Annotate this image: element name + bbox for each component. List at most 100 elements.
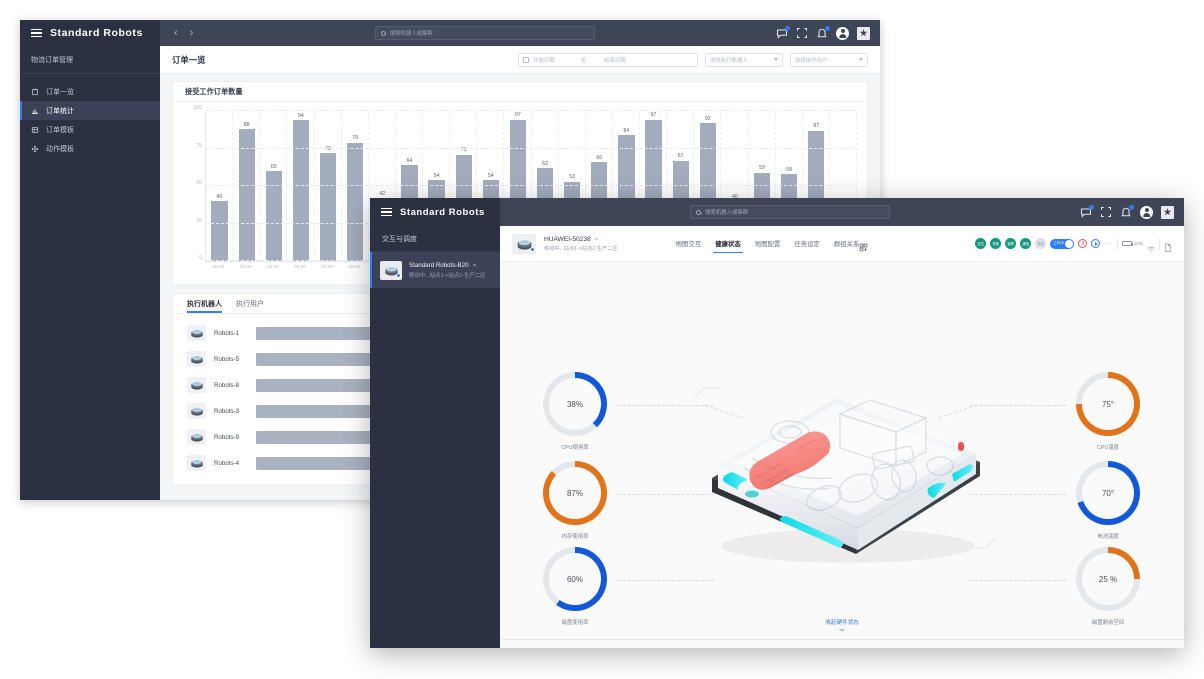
status-badge[interactable]: 导航 [990,238,1002,249]
sidebar-item-label: 订单一览 [46,88,74,96]
chart-bar[interactable] [238,129,255,261]
chart-bar-cell[interactable]: 79 [342,112,369,261]
avatar[interactable] [1140,205,1153,219]
robot-name-text: Standard Robots-B20 [409,261,469,269]
fullscreen-icon[interactable] [1100,206,1112,218]
back-brand-area[interactable]: Standard Robots [20,20,160,46]
message-icon[interactable] [776,26,790,39]
chart-bar-cell[interactable]: 94 [287,112,315,261]
chart-gridline [206,110,857,111]
user-select[interactable]: 选择操作用户 [790,52,868,67]
avatar[interactable] [836,26,849,40]
divider [1116,238,1118,249]
search-input[interactable]: 搜索机器人或集群 [374,26,595,40]
bell-badge [1129,205,1134,210]
tab-execution-robots[interactable]: 执行机器人 [187,294,222,313]
gauge-value: 60% [549,553,601,605]
front-sidebar: 交互与调度 Standard Robots-B20 移动中...站点1->站点2… [370,226,500,648]
front-window-body: 交互与调度 Standard Robots-B20 移动中...站点1->站点2… [370,226,1184,648]
status-badge[interactable]: 通信 [1020,238,1032,249]
battery-icon [1121,240,1133,247]
chart-bar-value: 88 [243,121,250,128]
chart-bar-value: 72 [325,145,331,152]
chart-y-tick-label: 0 [199,255,202,261]
search-input[interactable]: 搜索机器人或集群 [690,205,890,219]
robot-thumbnail [187,377,206,393]
list-item-label: Robots-1 [214,329,240,337]
chart-x-tick-label: 02:00 [267,264,279,269]
document-icon[interactable] [1164,239,1172,252]
emergency-stop-icon[interactable] [1078,239,1088,248]
sidebar-item-order-stats[interactable]: 订单统计 [20,101,160,120]
chart-bar-cell[interactable]: 88 [233,112,261,261]
chart-x-tick-label: 01:00 [240,264,252,269]
chart-bar[interactable] [347,142,364,261]
chart-bar[interactable] [319,153,337,261]
chart-y-tick-label: 100 [193,105,202,111]
message-badge [1089,205,1094,210]
collapse-label: 收起硬件状态 [825,620,859,626]
sidebar-item-order-template[interactable]: 订单模板 [20,120,160,139]
front-brand-area[interactable]: Standard Robots [370,198,500,226]
chart-bar-cell[interactable]: 60 [260,112,288,261]
chevron-down-icon [859,58,863,61]
back-search-area: 搜索机器人或集群 [193,26,776,40]
menu-icon[interactable] [31,28,42,38]
front-window-topbar: Standard Robots 搜索机器人或集群 [370,198,1184,226]
list-item-label: Robots-8 [214,381,240,389]
language-icon[interactable] [857,26,870,40]
device-tabs: 地图交互 健康状态 地图配置 任务设定 群组关系 [676,226,860,261]
robot-select[interactable]: 选择执行机器人 [705,52,783,67]
chart-bar[interactable] [292,120,310,261]
gauge-label: 内存使用率 [561,534,589,540]
message-icon[interactable] [1080,205,1094,218]
tab-3[interactable]: 任务设定 [794,226,820,261]
layout-grid-icon[interactable] [859,239,868,252]
sidebar-robot-item[interactable]: Standard Robots-B20 移动中...站点1->站点2-生产二区 [370,252,500,288]
bell-icon[interactable] [1120,205,1134,218]
chart-gridline [206,147,857,149]
sidebar-item-label: 动作模板 [46,145,74,153]
robot-icon [190,459,203,468]
chart-bar[interactable] [211,201,228,261]
user-select-label: 选择操作用户 [795,57,828,64]
nav-back-icon[interactable]: ‹ [174,27,178,39]
gauge-value: 38% [549,378,601,430]
device-thumbnail [512,233,536,254]
collapse-hardware-status[interactable]: 收起硬件状态 [500,616,1184,648]
gauge-value: 75° [1082,378,1134,430]
date-range-picker[interactable]: 开始日期 至 结束日期 [518,52,698,67]
sidebar-item-order-list[interactable]: 订单一览 [20,82,160,101]
chart-bar-value: 92 [704,115,711,122]
status-badge[interactable]: 音量 [1035,238,1047,249]
search-placeholder: 搜索机器人或集群 [389,31,433,37]
device-status: 移动中...站点1->站点2-生产二区 [544,245,618,252]
robot-thumbnail [380,260,402,280]
menu-icon[interactable] [381,207,392,217]
battery-indicator: 10% [1121,240,1143,247]
page-title: 订单一览 [172,54,206,65]
work-mode-toggle[interactable]: 工作中 [1050,238,1075,249]
tab-1[interactable]: 健康状态 [713,226,743,261]
play-icon[interactable] [1091,239,1101,248]
brand-label: Standard Robots [400,206,485,218]
chart-y-tick-label: 50 [196,180,202,186]
more-options-icon[interactable]: ··· [1104,240,1113,247]
tab-execution-users[interactable]: 执行用户 [236,294,264,313]
language-icon[interactable] [1161,205,1174,219]
fullscreen-icon[interactable] [796,27,808,39]
tab-0[interactable]: 地图交互 [676,226,702,261]
robot-thumbnail [187,325,206,341]
sidebar-item-action-template[interactable]: 动作模板 [20,139,160,158]
chart-bar-cell[interactable]: 72 [315,112,342,261]
chart-gridline [206,185,857,186]
tab-2[interactable]: 地图配置 [755,226,781,261]
bell-icon[interactable] [816,26,830,39]
status-badge[interactable]: 定位 [975,238,987,249]
chart-bar-cell[interactable]: 40 [206,112,234,261]
tab-4[interactable]: 群组关系 [834,226,860,261]
status-badge[interactable]: 避障 [1005,238,1017,249]
chart-bar-value: 60 [270,163,277,170]
chevron-down-icon[interactable] [839,629,845,632]
connector-line [970,580,1066,581]
